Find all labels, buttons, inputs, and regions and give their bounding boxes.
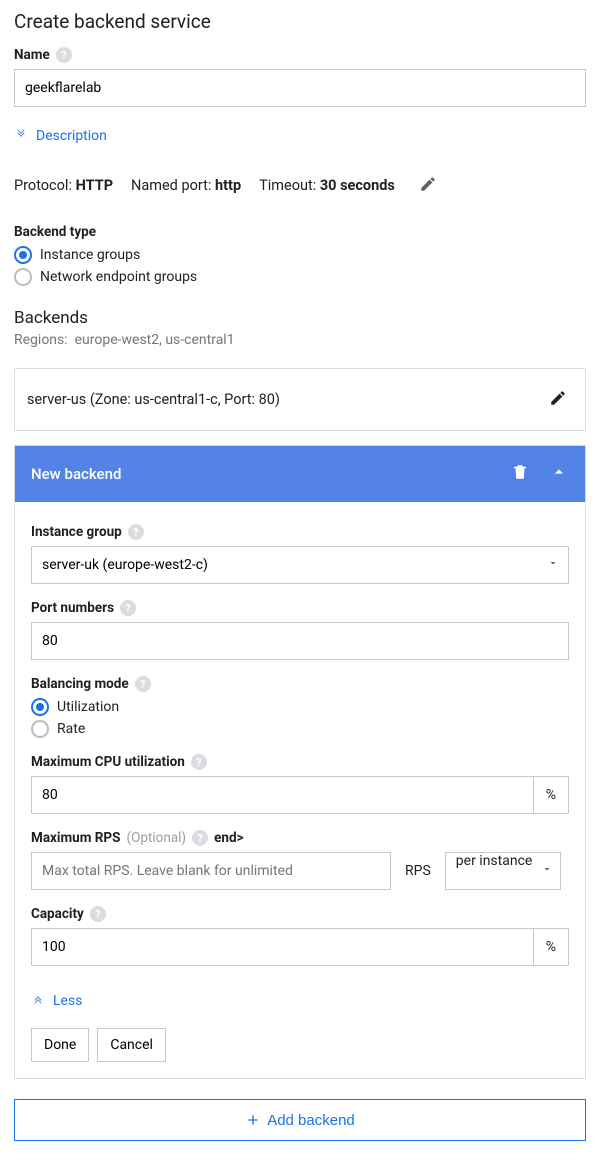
radio-icon <box>31 698 49 716</box>
rps-scope-select[interactable]: per instance <box>445 852 562 890</box>
collapse-backend-button[interactable] <box>549 462 569 486</box>
percent-suffix: % <box>533 776 569 814</box>
description-toggle[interactable]: Description <box>14 127 586 145</box>
chevron-up-icon <box>549 462 569 482</box>
backend-summary: server-us (Zone: us-central1-c, Port: 80… <box>27 391 280 408</box>
max-rps-input[interactable] <box>31 852 391 890</box>
chevron-down-icon <box>14 127 28 145</box>
radio-icon <box>31 720 49 738</box>
plus-icon <box>245 1112 261 1128</box>
balancing-mode-utilization[interactable]: Utilization <box>31 698 569 716</box>
add-backend-button[interactable]: Add backend <box>14 1099 586 1141</box>
edit-settings-button[interactable] <box>413 169 443 202</box>
help-icon[interactable]: ? <box>192 830 208 846</box>
help-icon[interactable]: ? <box>128 524 144 540</box>
balancing-mode-label: Balancing mode ? <box>31 676 569 692</box>
max-cpu-label: Maximum CPU utilization ? <box>31 754 569 770</box>
backend-card: server-us (Zone: us-central1-c, Port: 80… <box>14 368 586 431</box>
capacity-label: Capacity ? <box>31 906 569 922</box>
balancing-mode-rate[interactable]: Rate <box>31 720 569 738</box>
name-label: Name ? <box>14 47 586 63</box>
edit-backend-button[interactable] <box>543 383 573 416</box>
help-icon[interactable]: ? <box>56 47 72 63</box>
backends-title: Backends <box>14 308 586 328</box>
backend-type-network-endpoint-groups[interactable]: Network endpoint groups <box>14 268 586 286</box>
name-input[interactable] <box>14 69 586 107</box>
cancel-button[interactable]: Cancel <box>97 1028 166 1062</box>
backend-type-label: Backend type <box>14 224 586 240</box>
pencil-icon <box>419 175 437 193</box>
help-icon[interactable]: ? <box>120 600 136 616</box>
regions-line: Regions: europe-west2, us-central1 <box>14 332 586 348</box>
port-numbers-label: Port numbers ? <box>31 600 569 616</box>
max-cpu-input[interactable] <box>31 776 533 814</box>
max-rps-label: Maximum RPS (Optional) ? end> <box>31 830 569 846</box>
delete-backend-button[interactable] <box>511 463 529 485</box>
new-backend-panel: New backend Instance group ? <box>14 445 586 1079</box>
pencil-icon <box>549 389 567 407</box>
rps-unit-label: RPS <box>405 863 431 879</box>
less-toggle[interactable]: Less <box>31 992 569 1010</box>
radio-icon <box>14 268 32 286</box>
help-icon[interactable]: ? <box>191 754 207 770</box>
done-button[interactable]: Done <box>31 1028 89 1062</box>
help-icon[interactable]: ? <box>90 906 106 922</box>
trash-icon <box>511 463 529 481</box>
instance-group-select[interactable] <box>31 546 569 584</box>
help-icon[interactable]: ? <box>135 676 151 692</box>
percent-suffix: % <box>533 928 569 966</box>
settings-summary: Protocol: HTTP Named port: http Timeout:… <box>14 169 586 202</box>
radio-icon <box>14 246 32 264</box>
capacity-input[interactable] <box>31 928 533 966</box>
new-backend-header: New backend <box>15 446 585 502</box>
page-title: Create backend service <box>14 10 586 33</box>
port-numbers-input[interactable] <box>31 622 569 660</box>
chevron-up-icon <box>31 992 45 1010</box>
instance-group-label: Instance group ? <box>31 524 569 540</box>
backend-type-instance-groups[interactable]: Instance groups <box>14 246 586 264</box>
